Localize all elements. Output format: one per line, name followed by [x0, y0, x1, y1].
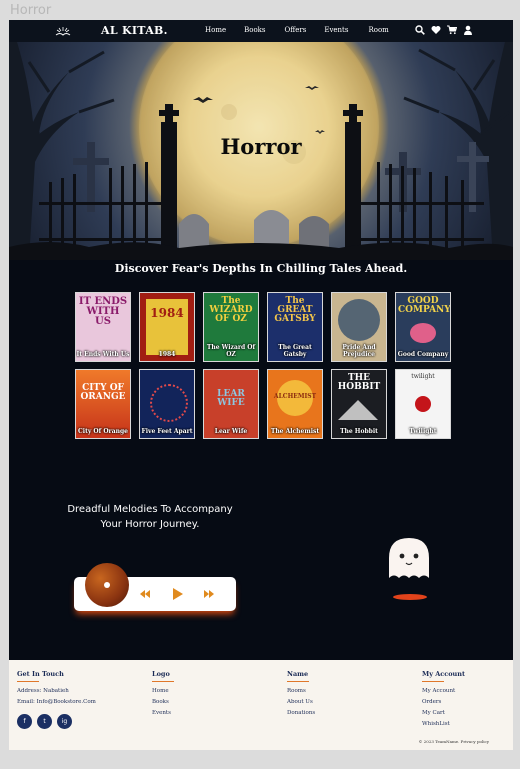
- ghost-shadow: [393, 594, 427, 600]
- book-cover-text: LEAR WIFE: [217, 389, 245, 408]
- twitter-icon[interactable]: t: [37, 714, 52, 729]
- footer-account-column: My Account My Account Orders My Cart Whi…: [422, 670, 465, 730]
- book-cover-apple: [415, 396, 431, 412]
- footer-link-cart[interactable]: My Cart: [422, 708, 465, 719]
- book-cover-ornament: [150, 384, 188, 422]
- book-title: Five Feet Apart: [141, 427, 193, 435]
- footer-contact-column: Get In Touch Address: Nabatieh Email: In…: [17, 670, 96, 729]
- book-card[interactable]: The GREAT GATSBY The Great Gatsby: [267, 292, 323, 362]
- footer-underline: [152, 681, 174, 682]
- book-card[interactable]: GOOD COMPANY Good Company: [395, 292, 451, 362]
- heart-icon[interactable]: [431, 25, 441, 35]
- nav-link-offers[interactable]: Offers: [285, 26, 307, 34]
- book-cover-text: ALCHEMIST: [273, 393, 317, 400]
- book-title: The Great Gatsby: [278, 344, 312, 358]
- footer-link-about[interactable]: About Us: [287, 697, 315, 708]
- copyright: © 2023 TeamName. Privacy policy: [418, 739, 489, 744]
- nav-link-room[interactable]: Room: [368, 26, 388, 34]
- footer-heading: My Account: [422, 670, 465, 678]
- footer-link-orders[interactable]: Orders: [422, 697, 465, 708]
- instagram-icon[interactable]: ig: [57, 714, 72, 729]
- book-cover-text: CITY OF ORANGE: [80, 383, 126, 402]
- navbar: AL KITAB. Home Books Offers Events Room: [9, 20, 513, 42]
- footer-heading: Name: [287, 670, 309, 678]
- book-title: Pride And Prejudice: [342, 344, 376, 358]
- book-title: Good Company: [397, 350, 449, 358]
- book-title: Lear Wife: [214, 427, 248, 435]
- facebook-icon[interactable]: f: [17, 714, 32, 729]
- ghost-icon: [389, 538, 429, 578]
- footer-email[interactable]: Email: Info@Bookstore.Com: [17, 697, 96, 708]
- book-card[interactable]: The WIZARD OF OZ The Wizard Of OZ: [203, 292, 259, 362]
- disc-center: [104, 582, 110, 588]
- footer-link-events[interactable]: Events: [152, 708, 174, 719]
- fast-forward-icon[interactable]: [204, 589, 214, 599]
- footer-link-my-account[interactable]: My Account: [422, 686, 465, 697]
- nav-icons: [415, 25, 473, 35]
- book-cover-text: THE HOBBIT: [337, 373, 381, 392]
- footer: Get In Touch Address: Nabatieh Email: In…: [9, 660, 513, 750]
- book-title: Twilight: [409, 427, 437, 435]
- open-book-logo-icon[interactable]: [55, 25, 71, 37]
- footer-logo-column: Logo Home Books Events: [152, 670, 174, 719]
- footer-underline: [422, 681, 444, 682]
- nav-link-home[interactable]: Home: [205, 26, 226, 34]
- window-title: Horror: [10, 3, 52, 18]
- book-cover-ornament: [338, 299, 380, 341]
- footer-link-wishlist[interactable]: WhishList: [422, 719, 465, 730]
- search-icon[interactable]: [415, 25, 425, 35]
- book-title: The Wizard Of OZ: [206, 344, 256, 358]
- book-cover-text: The WIZARD OF OZ: [209, 296, 253, 324]
- nav-link-events[interactable]: Events: [324, 26, 348, 34]
- play-icon[interactable]: [172, 587, 184, 601]
- rewind-icon[interactable]: [140, 589, 150, 599]
- user-icon[interactable]: [463, 25, 473, 35]
- book-card[interactable]: IT ENDS WITH US It Ends With Us: [75, 292, 131, 362]
- cart-icon[interactable]: [447, 25, 457, 35]
- book-title: The Hobbit: [340, 427, 378, 435]
- footer-heading: Get In Touch: [17, 670, 64, 678]
- book-cover-text: The GREAT GATSBY: [274, 296, 316, 324]
- footer-underline: [17, 681, 39, 682]
- footer-link-rooms[interactable]: Rooms: [287, 686, 315, 697]
- footer-underline: [287, 681, 309, 682]
- book-cover-mountains: [338, 400, 378, 420]
- hero-title: Horror: [220, 134, 302, 159]
- book-card[interactable]: ALCHEMIST The Alchemist: [267, 369, 323, 439]
- book-card[interactable]: THE HOBBIT The Hobbit: [331, 369, 387, 439]
- book-cover-text: GOOD COMPANY: [398, 296, 451, 315]
- book-card[interactable]: Five Feet Apart: [139, 369, 195, 439]
- book-cover-flowers: [410, 323, 436, 343]
- footer-heading: Logo: [152, 670, 170, 678]
- book-card[interactable]: Pride And Prejudice: [331, 292, 387, 362]
- book-card[interactable]: twilight Twilight: [395, 369, 451, 439]
- nav-link-books[interactable]: Books: [244, 26, 265, 34]
- social-links: f t ig: [17, 714, 96, 729]
- section-subtitle: Discover Fear's Depths In Chilling Tales…: [114, 262, 408, 275]
- music-disc: [85, 563, 129, 607]
- brand-name[interactable]: AL KITAB.: [101, 24, 168, 37]
- book-cover-text: IT ENDS WITH US: [78, 296, 128, 327]
- book-title: The Alchemist: [270, 427, 320, 435]
- book-card[interactable]: 1984 1984: [139, 292, 195, 362]
- book-cover-text: twilight: [411, 373, 435, 380]
- footer-link-books[interactable]: Books: [152, 697, 174, 708]
- footer-name-column: Name Rooms About Us Donations: [287, 670, 315, 719]
- nav-links: Home Books Offers Events Room: [205, 26, 389, 34]
- footer-address: Address: Nabatieh: [17, 688, 69, 694]
- book-title: It Ends With Us: [76, 350, 130, 358]
- book-title: City Of Orange: [78, 427, 128, 435]
- footer-link-donations[interactable]: Donations: [287, 708, 315, 719]
- page: AL KITAB. Home Books Offers Events Room: [9, 20, 513, 750]
- footer-link-home[interactable]: Home: [152, 686, 174, 697]
- book-card[interactable]: LEAR WIFE Lear Wife: [203, 369, 259, 439]
- book-cover-text: 1984: [150, 306, 184, 320]
- hero-banner: Horror: [9, 42, 513, 260]
- music-heading: Dreadful Melodies To Accompany Your Horr…: [67, 504, 233, 530]
- book-card[interactable]: CITY OF ORANGE City Of Orange: [75, 369, 131, 439]
- book-title: 1984: [158, 350, 176, 358]
